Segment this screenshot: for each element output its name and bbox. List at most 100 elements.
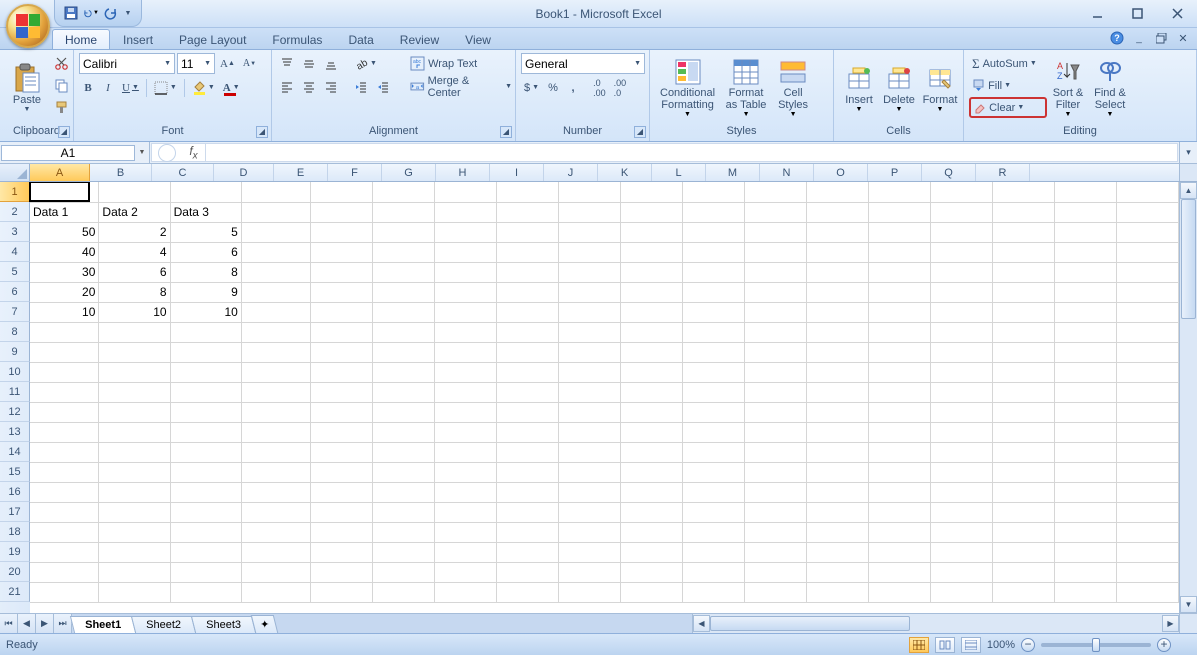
cell-N21[interactable] — [868, 582, 930, 602]
col-header-N[interactable]: N — [760, 164, 814, 181]
col-header-F[interactable]: F — [328, 164, 382, 181]
cell-P7[interactable] — [992, 302, 1054, 322]
cell-O5[interactable] — [930, 262, 992, 282]
cell-D18[interactable] — [241, 522, 310, 542]
cell-K8[interactable] — [682, 322, 744, 342]
cell-Q14[interactable] — [1054, 442, 1116, 462]
grow-font-button[interactable]: A▲ — [217, 53, 238, 74]
scroll-down-button[interactable]: ▼ — [1180, 596, 1197, 613]
cell-A21[interactable] — [30, 582, 99, 602]
cell-E9[interactable] — [310, 342, 372, 362]
cell-K9[interactable] — [682, 342, 744, 362]
cell-Q5[interactable] — [1054, 262, 1116, 282]
row-header-7[interactable]: 7 — [0, 302, 30, 322]
col-header-H[interactable]: H — [436, 164, 490, 181]
cell-C19[interactable] — [170, 542, 241, 562]
row-header-15[interactable]: 15 — [0, 462, 30, 482]
row-header-14[interactable]: 14 — [0, 442, 30, 462]
hscroll-thumb[interactable] — [710, 616, 910, 631]
sort-filter-button[interactable]: AZSort & Filter▼ — [1047, 53, 1089, 121]
cell-L16[interactable] — [744, 482, 806, 502]
cell-L12[interactable] — [744, 402, 806, 422]
row-header-6[interactable]: 6 — [0, 282, 30, 302]
col-header-L[interactable]: L — [652, 164, 706, 181]
cell-B20[interactable] — [99, 562, 170, 582]
cell-H20[interactable] — [496, 562, 558, 582]
cell-N1[interactable] — [868, 182, 930, 202]
cell-J15[interactable] — [620, 462, 682, 482]
cell-Q1[interactable] — [1054, 182, 1116, 202]
cell-L7[interactable] — [744, 302, 806, 322]
cell-E20[interactable] — [310, 562, 372, 582]
cell-Q2[interactable] — [1054, 202, 1116, 222]
cell-G3[interactable] — [434, 222, 496, 242]
cell-M16[interactable] — [806, 482, 868, 502]
cell-M12[interactable] — [806, 402, 868, 422]
cell-J20[interactable] — [620, 562, 682, 582]
col-header-R[interactable]: R — [976, 164, 1030, 181]
cell-J2[interactable] — [620, 202, 682, 222]
cell-C6[interactable]: 9 — [170, 282, 241, 302]
cell-D1[interactable] — [241, 182, 310, 202]
cell-G17[interactable] — [434, 502, 496, 522]
cell-C16[interactable] — [170, 482, 241, 502]
delete-cells-button[interactable]: Delete▼ — [879, 53, 919, 121]
font-name-combo[interactable]: Calibri▼ — [79, 53, 175, 74]
help-icon[interactable]: ? — [1109, 30, 1125, 46]
cell-R3[interactable] — [1116, 222, 1178, 242]
cell-O6[interactable] — [930, 282, 992, 302]
cell-P18[interactable] — [992, 522, 1054, 542]
sheet-tab-sheet1[interactable]: Sheet1 — [70, 616, 136, 633]
cell-G5[interactable] — [434, 262, 496, 282]
cell-C4[interactable]: 6 — [170, 242, 241, 262]
save-icon[interactable] — [63, 5, 79, 21]
zoom-slider-knob[interactable] — [1092, 638, 1100, 652]
cell-C1[interactable] — [170, 182, 241, 202]
align-bottom-button[interactable] — [321, 53, 341, 74]
cell-H12[interactable] — [496, 402, 558, 422]
clear-button[interactable]: Clear▼ — [969, 97, 1047, 118]
cell-K17[interactable] — [682, 502, 744, 522]
cell-M19[interactable] — [806, 542, 868, 562]
cell-K10[interactable] — [682, 362, 744, 382]
cell-Q13[interactable] — [1054, 422, 1116, 442]
cell-D16[interactable] — [241, 482, 310, 502]
cell-K15[interactable] — [682, 462, 744, 482]
cell-L14[interactable] — [744, 442, 806, 462]
cell-C14[interactable] — [170, 442, 241, 462]
cell-N18[interactable] — [868, 522, 930, 542]
fill-button[interactable]: Fill▼ — [969, 75, 1047, 96]
cell-F5[interactable] — [372, 262, 434, 282]
cell-G14[interactable] — [434, 442, 496, 462]
cell-L3[interactable] — [744, 222, 806, 242]
cell-L11[interactable] — [744, 382, 806, 402]
cell-G8[interactable] — [434, 322, 496, 342]
cell-Q10[interactable] — [1054, 362, 1116, 382]
cell-O18[interactable] — [930, 522, 992, 542]
cell-G7[interactable] — [434, 302, 496, 322]
cell-P1[interactable] — [992, 182, 1054, 202]
cell-I6[interactable] — [558, 282, 620, 302]
cell-D7[interactable] — [241, 302, 310, 322]
shrink-font-button[interactable]: A▼ — [240, 53, 259, 74]
align-right-button[interactable] — [321, 76, 341, 97]
cell-I15[interactable] — [558, 462, 620, 482]
cell-I11[interactable] — [558, 382, 620, 402]
cell-H19[interactable] — [496, 542, 558, 562]
cell-F9[interactable] — [372, 342, 434, 362]
cell-P10[interactable] — [992, 362, 1054, 382]
cell-E1[interactable] — [310, 182, 372, 202]
col-header-A[interactable]: A — [30, 164, 90, 181]
cell-B8[interactable] — [99, 322, 170, 342]
insert-function-button[interactable]: fx — [182, 144, 206, 161]
cell-G15[interactable] — [434, 462, 496, 482]
cell-C21[interactable] — [170, 582, 241, 602]
cell-J10[interactable] — [620, 362, 682, 382]
cell-H2[interactable] — [496, 202, 558, 222]
cell-styles-button[interactable]: Cell Styles▼ — [772, 53, 814, 121]
cell-D14[interactable] — [241, 442, 310, 462]
cell-O7[interactable] — [930, 302, 992, 322]
cell-I9[interactable] — [558, 342, 620, 362]
row-header-3[interactable]: 3 — [0, 222, 30, 242]
cell-Q8[interactable] — [1054, 322, 1116, 342]
